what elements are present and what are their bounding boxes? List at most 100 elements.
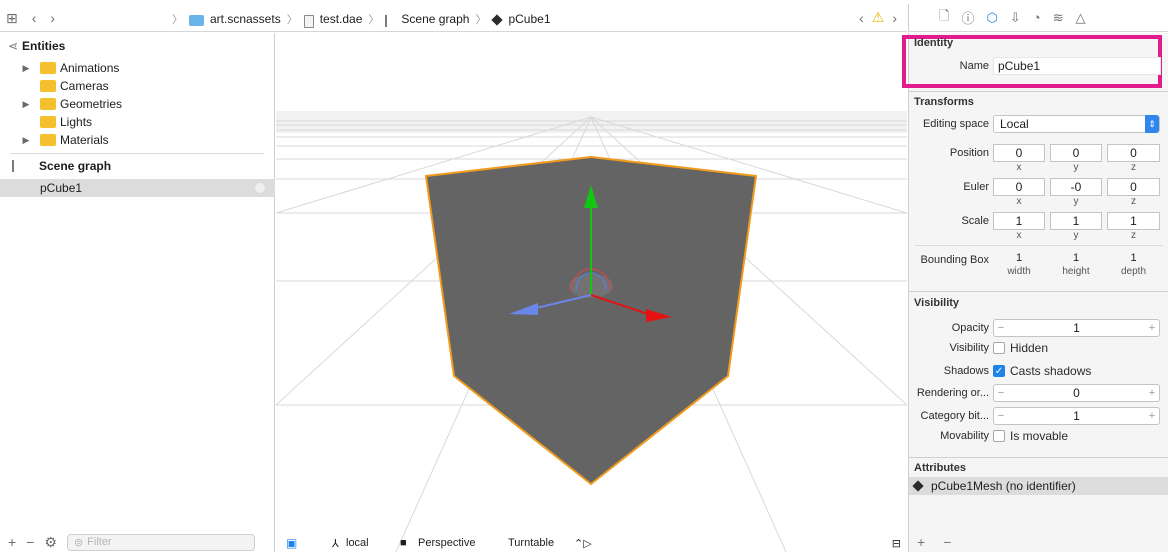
increment-button[interactable]: +	[1145, 322, 1159, 334]
breadcrumb-item[interactable]: art.scnassets	[210, 12, 281, 26]
movability-label: Movability	[940, 430, 989, 442]
node-inspector-icon[interactable]: ⬡	[986, 10, 997, 26]
movable-checkbox[interactable]	[993, 430, 1005, 442]
material-inspector-icon[interactable]: ◔	[1033, 10, 1041, 25]
chevron-right-icon: 〉	[475, 14, 487, 26]
list-item-lights[interactable]: Lights	[0, 113, 275, 131]
list-item-animations[interactable]: ▶ Animations	[0, 59, 275, 77]
inspector-footer: + −	[917, 534, 951, 550]
warning-icon[interactable]: ⚠	[872, 9, 885, 26]
chevron-updown-icon: ⇕	[1145, 115, 1159, 133]
grid-icon[interactable]: ⊞	[6, 10, 18, 27]
opacity-stepper[interactable]: − 1 +	[993, 319, 1160, 337]
scene-inspector-icon[interactable]: △	[1076, 10, 1086, 26]
disclosure-triangle-icon[interactable]: ▶	[20, 99, 32, 110]
euler-z-value: 0	[1130, 180, 1137, 194]
gear-icon[interactable]: ⚙	[44, 534, 57, 551]
axis-y-label: y	[1073, 162, 1079, 173]
add-icon[interactable]: +	[917, 534, 925, 550]
help-inspector-icon[interactable]: ⓘ	[961, 8, 974, 27]
chevron-left-icon[interactable]: ‹	[859, 10, 864, 26]
category-bitmask-label: Category bit...	[920, 410, 989, 422]
scale-z-value: 1	[1130, 214, 1137, 228]
fullscreen-icon[interactable]: ⊟	[892, 537, 901, 550]
camera-icon: ■	[400, 537, 407, 549]
position-z-field[interactable]: 0	[1107, 144, 1160, 162]
folder-icon	[40, 62, 56, 74]
breadcrumb-item[interactable]: pCube1	[508, 12, 550, 26]
opacity-value: 1	[1073, 321, 1080, 335]
list-item-cameras[interactable]: Cameras	[0, 77, 275, 95]
file-inspector-icon[interactable]: 🗋	[939, 7, 949, 29]
filter-input[interactable]: ⊜ Filter	[66, 533, 255, 551]
scale-y-value: 1	[1072, 214, 1080, 228]
navigation-mode-popup[interactable]: Turntable	[508, 537, 554, 549]
position-x-field[interactable]: 0	[993, 144, 1045, 162]
name-value: pCube1	[998, 59, 1041, 73]
breadcrumb-item[interactable]: Scene graph	[401, 12, 469, 26]
list-item-materials[interactable]: ▶ Materials	[0, 131, 275, 149]
position-label: Position	[949, 147, 989, 159]
disclosure-triangle-icon[interactable]: ▶	[20, 135, 32, 146]
attribute-row[interactable]: pCube1Mesh (no identifier)	[909, 477, 1168, 495]
editing-space-value: Local	[1000, 117, 1029, 131]
forward-icon[interactable]: ›	[50, 10, 55, 27]
disclosure-triangle-icon[interactable]: ▶	[20, 63, 32, 74]
decrement-button[interactable]: −	[994, 322, 1008, 334]
divider	[915, 245, 1163, 246]
camera-popup[interactable]: Perspective	[418, 537, 475, 549]
scene-navigator: ⋖ Entities ▶ Animations Cameras ▶ Geomet…	[0, 33, 275, 552]
rendering-order-stepper[interactable]: − 0 +	[993, 384, 1160, 402]
breadcrumb-item[interactable]: test.dae	[320, 12, 363, 26]
editing-space-select[interactable]: Local ⇕	[993, 115, 1160, 133]
scene-viewport[interactable]: ▣ ⅄ local ■ Perspective Turntable ⌃▷ ⊟	[276, 33, 907, 552]
axis-z-label: z	[1131, 230, 1136, 241]
entities-icon: ⋖	[8, 39, 19, 53]
euler-y-field[interactable]: -0	[1050, 178, 1102, 196]
increment-button[interactable]: +	[1145, 410, 1159, 422]
visibility-label: Visibility	[949, 342, 989, 354]
filter-placeholder: Filter	[87, 536, 112, 548]
euler-x-field[interactable]: 0	[993, 178, 1045, 196]
space-popup[interactable]: local	[346, 537, 369, 549]
scale-z-field[interactable]: 1	[1107, 212, 1160, 230]
remove-icon[interactable]: −	[26, 534, 34, 550]
casts-shadows-checkbox[interactable]: ✓	[993, 365, 1005, 377]
inspector-tab-bar: 🗋 ⓘ ⬡ ⇩ ◔ ≋ △	[908, 4, 1168, 32]
list-item-geometries[interactable]: ▶ Geometries	[0, 95, 275, 113]
section-header-attributes: Attributes	[914, 462, 966, 474]
decrement-button[interactable]: −	[994, 387, 1008, 399]
add-icon[interactable]: +	[8, 534, 16, 550]
editing-space-label: Editing space	[922, 118, 989, 130]
increment-button[interactable]: +	[1145, 387, 1159, 399]
scene-graph-header-label: Scene graph	[39, 159, 112, 173]
euler-y-value: -0	[1070, 180, 1082, 194]
entities-header-label: Entities	[22, 39, 66, 53]
euler-z-field[interactable]: 0	[1107, 178, 1160, 196]
shadows-label: Shadows	[943, 365, 989, 377]
bbox-height-value: 1	[1072, 252, 1080, 264]
position-y-field[interactable]: 0	[1050, 144, 1102, 162]
transforms-section: Transforms Editing space Local ⇕ Positio…	[909, 91, 1168, 289]
play-icon[interactable]: ⌃▷	[574, 537, 592, 550]
back-icon[interactable]: ‹	[32, 10, 37, 27]
category-bitmask-value: 1	[1073, 409, 1080, 423]
scale-y-field[interactable]: 1	[1050, 212, 1102, 230]
chevron-right-icon: 〉	[368, 14, 380, 26]
bbox-width-label: width	[1007, 266, 1031, 277]
physics-inspector-icon[interactable]: ≋	[1053, 10, 1064, 26]
sidebar-toggle-icon[interactable]: ▣	[286, 536, 297, 550]
decrement-button[interactable]: −	[994, 410, 1008, 422]
attributes-inspector-icon[interactable]: ⇩	[1010, 10, 1021, 26]
scale-x-field[interactable]: 1	[993, 212, 1045, 230]
hidden-checkbox[interactable]	[993, 342, 1005, 354]
divider	[10, 153, 264, 154]
remove-icon[interactable]: −	[943, 534, 951, 550]
euler-label: Euler	[963, 181, 989, 193]
chevron-right-icon[interactable]: ›	[892, 10, 897, 26]
bbox-width-value: 1	[1015, 252, 1023, 264]
category-bitmask-stepper[interactable]: − 1 +	[993, 407, 1160, 425]
list-item-label: Materials	[60, 133, 109, 147]
name-field[interactable]: pCube1	[993, 57, 1161, 75]
scene-graph-node-pcube1[interactable]: pCube1	[0, 179, 275, 197]
